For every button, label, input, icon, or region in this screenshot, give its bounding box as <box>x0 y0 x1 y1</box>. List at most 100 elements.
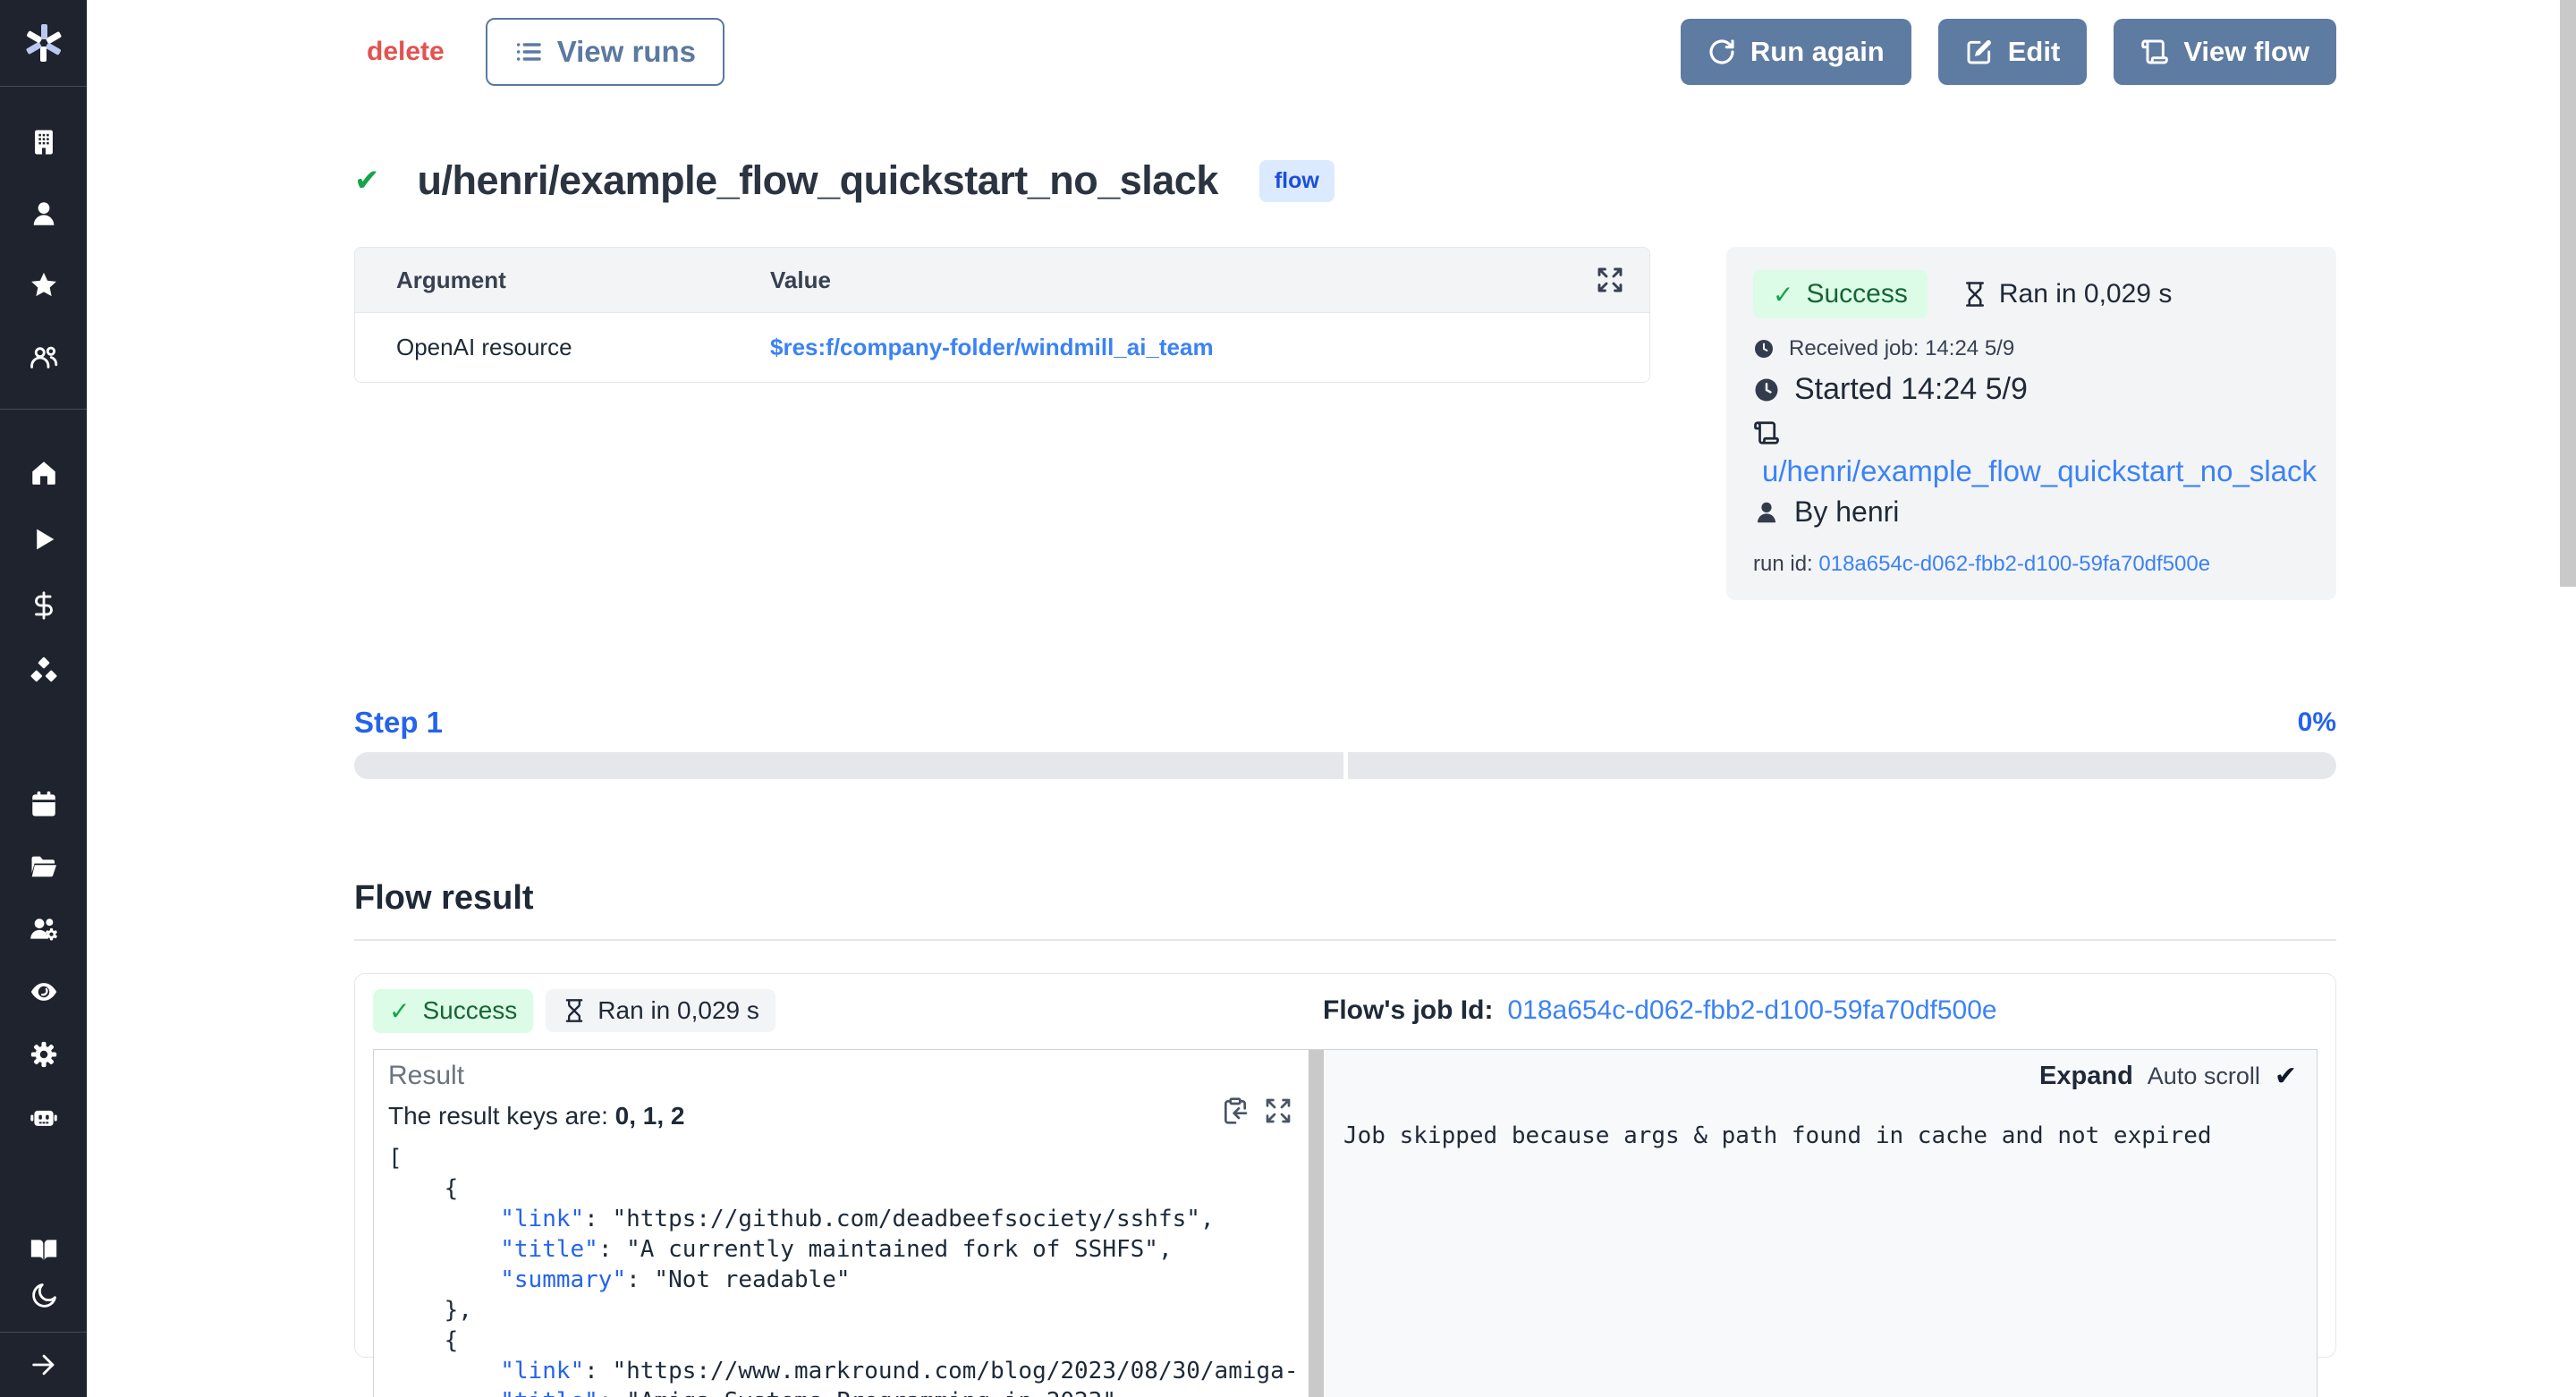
sidebar-item-dark-mode[interactable] <box>0 1273 87 1319</box>
main-content: delete View runs Run again Edit <box>87 0 2576 1397</box>
sidebar-nav-main <box>0 410 87 705</box>
run-id-row: run id: 018a654c-d062-fbb2-d100-59fa70df… <box>1753 552 2309 577</box>
log-text: Job skipped because args & path found in… <box>1343 1122 2297 1149</box>
sidebar-item-home[interactable] <box>0 440 87 506</box>
building-icon <box>29 127 59 157</box>
job-id-link[interactable]: 018a654c-d062-fbb2-d100-59fa70df500e <box>1507 995 1996 1026</box>
sidebar-item-workers[interactable] <box>0 898 87 961</box>
expand-result-button[interactable] <box>1264 1096 1292 1125</box>
result-status-label: Success <box>422 996 517 1025</box>
section-divider <box>354 939 2336 941</box>
flow-path-link[interactable]: u/henri/example_flow_quickstart_no_slack <box>1753 454 2309 488</box>
users-cog-icon <box>29 914 59 944</box>
star-icon <box>29 270 59 301</box>
job-id-label: Flow's job Id: <box>1323 995 1493 1026</box>
sidebar-item-schedules[interactable] <box>0 773 87 835</box>
run-again-label: Run again <box>1750 36 1885 68</box>
autoscroll-checkbox[interactable]: ✔ <box>2275 1061 2297 1092</box>
flow-type-badge: flow <box>1259 160 1335 202</box>
hourglass-icon <box>562 998 587 1023</box>
hourglass-icon <box>1962 281 1988 308</box>
moon-icon <box>29 1281 59 1311</box>
sidebar-item-user[interactable] <box>0 178 87 250</box>
dollar-icon <box>29 590 59 621</box>
argument-value-link[interactable]: $res:f/company-folder/windmill_ai_team <box>770 334 1649 361</box>
sidebar-item-groups[interactable] <box>0 321 87 393</box>
sidebar-item-folders[interactable] <box>0 835 87 898</box>
windmill-logo-icon <box>22 21 65 64</box>
edit-button[interactable]: Edit <box>1938 19 2088 85</box>
pane-splitter[interactable] <box>1309 1050 1324 1397</box>
sidebar-item-favorites[interactable] <box>0 250 87 321</box>
progress-bar <box>354 752 2336 779</box>
sidebar-item-resources[interactable] <box>0 639 87 705</box>
clock-icon <box>1753 338 1775 360</box>
flow-result-card: ✓ Success Ran in 0,029 s Flow's job Id: … <box>354 973 2336 1358</box>
started-row: Started 14:24 5/9 <box>1753 372 2309 407</box>
table-row: OpenAI resource $res:f/company-folder/wi… <box>355 312 1649 382</box>
column-header-value: Value <box>770 267 1596 294</box>
result-duration-badge: Ran in 0,029 s <box>546 989 775 1032</box>
user-icon <box>1753 499 1780 526</box>
calendar-icon <box>29 789 59 819</box>
arrow-right-icon <box>29 1350 59 1380</box>
argument-name: OpenAI resource <box>355 334 770 361</box>
title-row: ✔ u/henri/example_flow_quickstart_no_sla… <box>354 157 2336 204</box>
by-label: By henri <box>1794 495 1899 529</box>
folder-open-icon <box>29 851 59 882</box>
result-pane: Result The result keys are: 0, 1, 2 <box>374 1050 1309 1397</box>
sidebar-item-variables[interactable] <box>0 572 87 639</box>
book-open-icon <box>29 1234 59 1265</box>
sidebar-nav-workspace <box>0 87 87 409</box>
step-progress-percent: 0% <box>2298 707 2336 738</box>
step-label[interactable]: Step 1 <box>354 706 443 740</box>
received-label: Received job: 14:24 5/9 <box>1789 336 2014 361</box>
progress-bar-segment <box>354 752 1343 779</box>
clock-icon <box>1753 377 1780 403</box>
sidebar-item-settings[interactable] <box>0 1023 87 1086</box>
delete-button[interactable]: delete <box>367 37 445 67</box>
eye-icon <box>29 977 59 1007</box>
result-title: Result <box>388 1061 1294 1091</box>
table-expand-button[interactable] <box>1596 266 1624 294</box>
sidebar-item-runs[interactable] <box>0 506 87 572</box>
view-runs-label: View runs <box>557 35 696 69</box>
sidebar-nav-footer <box>0 1226 87 1332</box>
progress-bar-segment <box>1348 752 2337 779</box>
autoscroll-label: Auto scroll <box>2148 1063 2260 1090</box>
sidebar-item-ai[interactable] <box>0 1086 87 1148</box>
sidebar-collapse-toggle[interactable] <box>0 1333 87 1397</box>
sidebar-item-docs[interactable] <box>0 1226 87 1273</box>
expand-icon <box>1264 1096 1292 1125</box>
windmill-logo[interactable] <box>0 0 87 87</box>
view-flow-button[interactable]: View flow <box>2114 19 2336 85</box>
refresh-icon <box>1707 38 1736 66</box>
sidebar <box>0 0 87 1397</box>
result-keys-line: The result keys are: 0, 1, 2 <box>388 1102 1294 1130</box>
expand-icon <box>1596 266 1624 294</box>
by-row: By henri <box>1753 495 2309 529</box>
boxes-icon <box>29 656 59 687</box>
logs-pane: Expand Auto scroll ✔ Job skipped because… <box>1324 1050 2317 1397</box>
run-id-link[interactable]: 018a654c-d062-fbb2-d100-59fa70df500e <box>1818 552 2210 576</box>
sidebar-item-workspace[interactable] <box>0 106 87 178</box>
page-scrollbar-thumb[interactable] <box>2560 0 2576 587</box>
edit-pencil-icon <box>1965 38 1994 66</box>
settings-gear-icon <box>29 1039 59 1070</box>
duration: Ran in 0,029 s <box>1962 279 2172 309</box>
check-icon: ✓ <box>1773 280 1793 309</box>
view-runs-button[interactable]: View runs <box>486 18 724 86</box>
sidebar-item-audit-logs[interactable] <box>0 961 87 1023</box>
status-label: Success <box>1806 279 1907 309</box>
status-badge: ✓ Success <box>1753 270 1928 318</box>
run-again-button[interactable]: Run again <box>1681 19 1911 85</box>
flow-result-heading: Flow result <box>354 879 2336 918</box>
logs-expand-button[interactable]: Expand <box>2039 1062 2133 1091</box>
scroll-icon <box>2140 38 2169 66</box>
action-bar: delete View runs Run again Edit <box>354 18 2336 86</box>
column-header-argument: Argument <box>355 267 770 294</box>
copy-result-button[interactable] <box>1221 1096 1250 1125</box>
result-keys-label: The result keys are: <box>388 1102 615 1130</box>
home-icon <box>29 458 59 488</box>
play-icon <box>29 524 59 555</box>
